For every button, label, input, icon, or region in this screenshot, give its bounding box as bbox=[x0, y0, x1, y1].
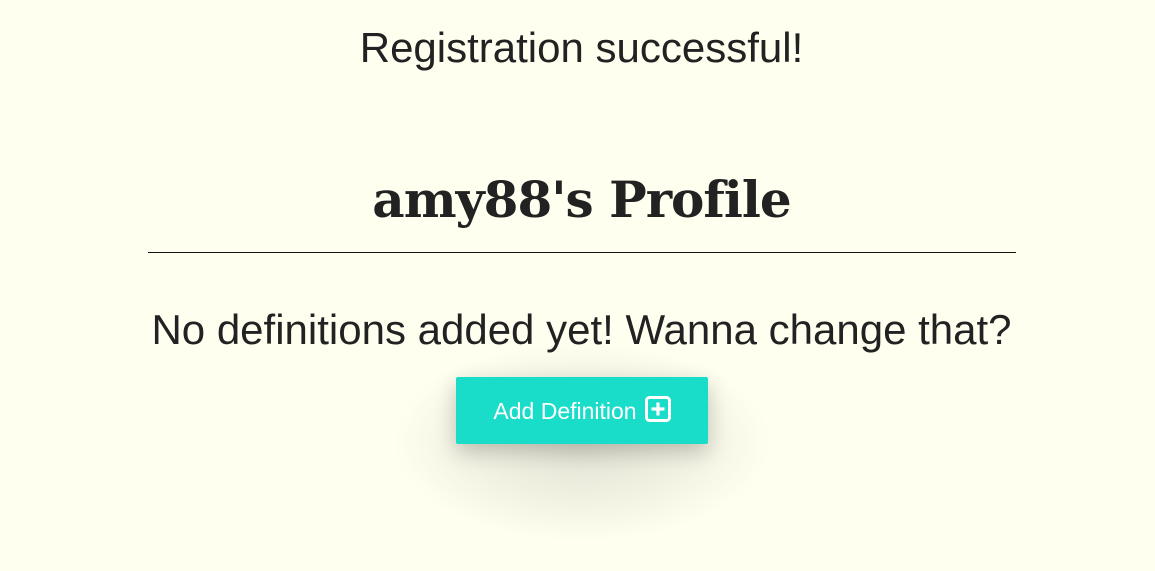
plus-square-icon bbox=[644, 395, 671, 422]
profile-title: amy88's Profile bbox=[372, 170, 791, 229]
registration-success-message: Registration successful! bbox=[359, 24, 804, 71]
divider bbox=[148, 252, 1016, 253]
no-definitions-message: No definitions added yet! Wanna change t… bbox=[151, 306, 1012, 353]
add-definition-label: Add Definition bbox=[493, 397, 637, 424]
add-definition-button[interactable]: Add Definition bbox=[456, 377, 708, 444]
